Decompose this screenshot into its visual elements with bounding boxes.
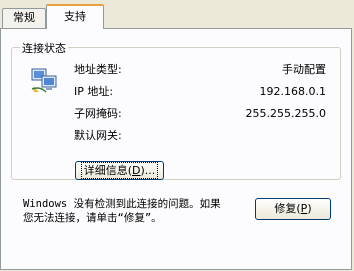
address-type-label: 地址类型: [74, 63, 122, 76]
ip-address-label: IP 地址: [74, 85, 114, 98]
row-subnet-mask: 子网掩码: 255.255.255.0 [74, 106, 332, 122]
tab-support[interactable]: 支持 [46, 4, 104, 29]
ip-address-value: 192.168.0.1 [259, 85, 326, 98]
details-button-focus: 详细信息(D)... [80, 162, 159, 179]
details-button-label: 详细信息 [83, 164, 128, 177]
subnet-mask-value: 255.255.255.0 [245, 107, 326, 120]
row-ip-address: IP 地址: 192.168.0.1 [74, 84, 332, 100]
details-button-mnemonic: D [132, 164, 141, 177]
details-button-suffix: ... [144, 164, 156, 177]
connection-status-group: 连接状态 地址类型: 手动配置 IP 地址: 192.168.0.1 子网掩码:… [11, 40, 341, 180]
tab-strip: 常规 支持 [0, 0, 354, 29]
repair-button-label: 修复 [274, 202, 297, 215]
network-computer-icon [31, 68, 57, 93]
address-type-value: 手动配置 [282, 63, 326, 76]
repair-button[interactable]: 修复(P) [255, 198, 331, 220]
subnet-mask-label: 子网掩码: [74, 107, 122, 120]
group-title: 连接状态 [20, 40, 68, 56]
status-message-line2: 您无法连接，请单击“修复”。 [23, 212, 162, 224]
tab-support-label: 支持 [64, 10, 86, 23]
status-message-line1: Windows 没有检测到此连接的问题。如果 [23, 198, 221, 210]
tab-general[interactable]: 常规 [2, 8, 46, 28]
tab-panel: 连接状态 地址类型: 手动配置 IP 地址: 192.168.0.1 子网掩码:… [0, 28, 352, 270]
details-button[interactable]: 详细信息(D)... [75, 161, 164, 180]
tab-general-label: 常规 [13, 11, 35, 24]
row-address-type: 地址类型: 手动配置 [74, 62, 332, 78]
status-message: Windows 没有检测到此连接的问题。如果 您无法连接，请单击“修复”。 [23, 197, 249, 225]
repair-button-mnemonic: P [300, 202, 308, 215]
default-gateway-label: 默认网关: [74, 129, 122, 142]
row-default-gateway: 默认网关: [74, 128, 332, 144]
